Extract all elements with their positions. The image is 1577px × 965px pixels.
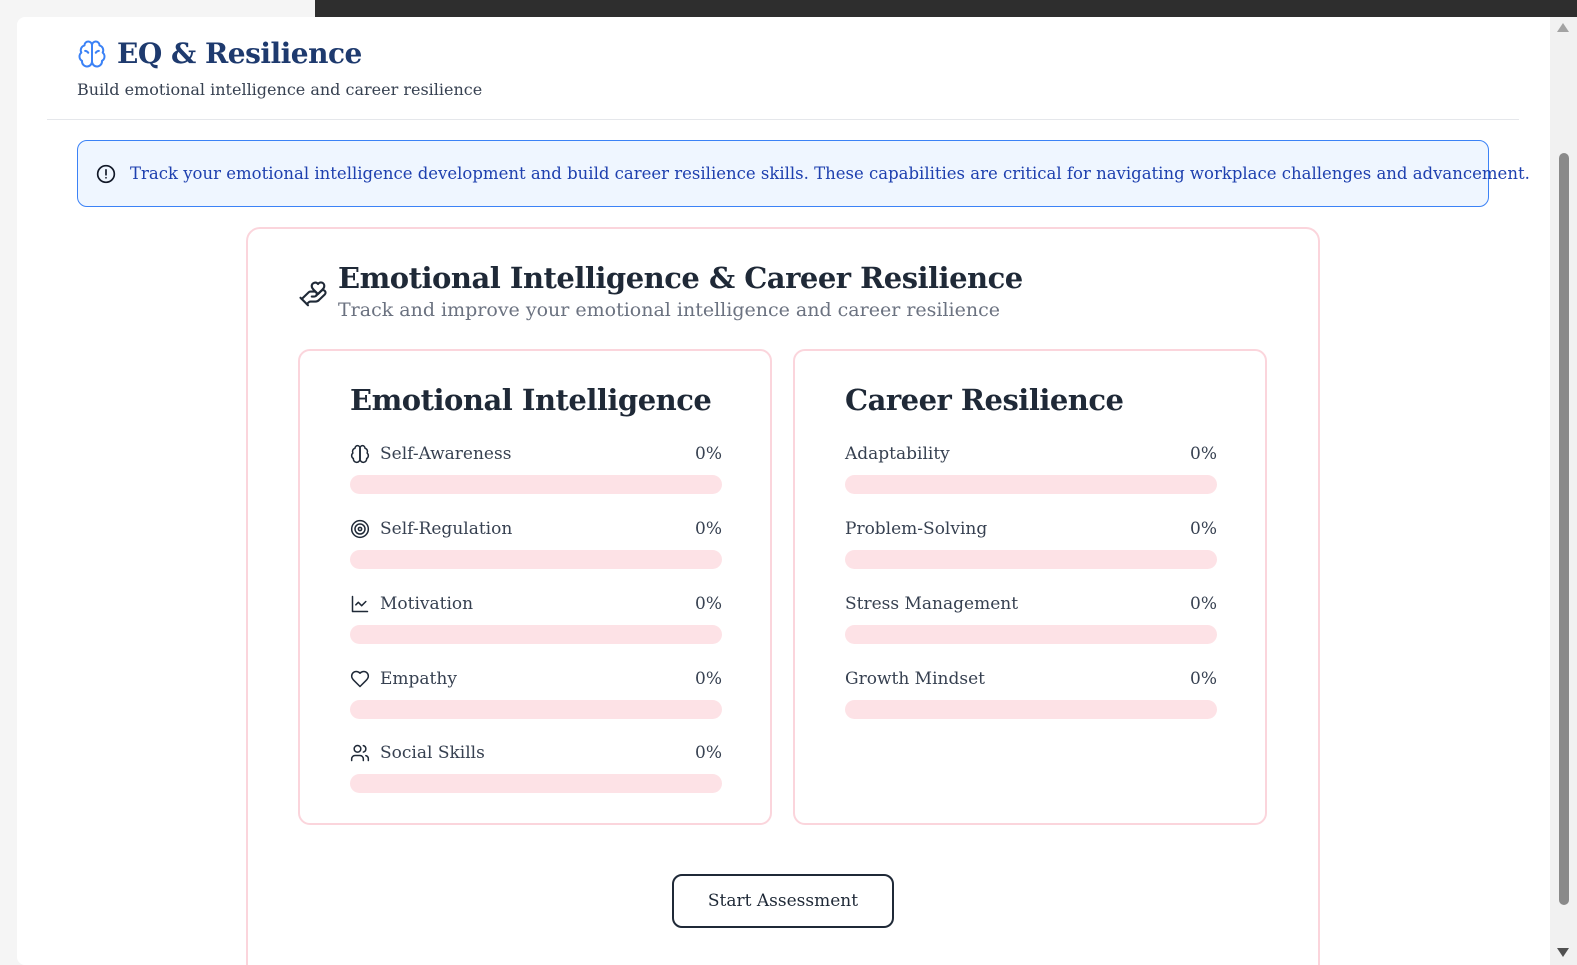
metric-label: Self-Awareness [380,444,512,464]
metric-value: 0% [695,519,722,539]
metric-label: Social Skills [380,743,485,763]
metric-value: 0% [1190,594,1217,614]
metric-value: 0% [695,444,722,464]
metric-value: 0% [1190,444,1217,464]
target-icon [350,519,370,539]
progress-bar [845,550,1217,569]
metric-label: Motivation [380,594,474,614]
metric-value: 0% [695,743,722,763]
line-chart-icon [350,594,370,614]
page-subtitle: Build emotional intelligence and career … [77,80,483,99]
metric-value: 0% [695,669,722,689]
progress-bar [350,550,722,569]
emotional-intelligence-title: Emotional Intelligence [350,383,712,417]
metric-empathy: Empathy 0% [350,668,722,719]
brain-icon [350,444,370,464]
page-header: EQ & Resilience Build emotional intellig… [77,37,482,99]
metric-value: 0% [1190,669,1217,689]
card-subtitle: Track and improve your emotional intelli… [338,299,1000,321]
metric-value: 0% [695,594,722,614]
metric-label: Stress Management [845,594,1019,614]
progress-bar [350,700,722,719]
card-title: Emotional Intelligence & Career Resilien… [338,261,1023,295]
start-assessment-button[interactable]: Start Assessment [672,874,894,928]
alert-circle-icon [96,164,116,184]
info-banner: Track your emotional intelligence develo… [77,140,1530,207]
metric-label: Self-Regulation [380,519,513,539]
users-icon [350,743,370,763]
metric-label: Problem-Solving [845,519,988,539]
info-banner-text: Track your emotional intelligence develo… [130,164,1530,183]
scroll-down-arrow-icon[interactable] [1557,948,1569,957]
metric-label: Empathy [380,669,457,689]
progress-bar [350,475,722,494]
metric-problem-solving: Problem-Solving 0% [845,518,1217,569]
metric-motivation: Motivation 0% [350,593,722,644]
card-header: Emotional Intelligence & Career Resilien… [298,261,1023,321]
progress-bar [845,700,1217,719]
eq-resilience-card: Emotional Intelligence & Career Resilien… [246,227,1320,965]
progress-bar [845,475,1217,494]
metric-stress-management: Stress Management 0% [845,593,1217,644]
page-title: EQ & Resilience [117,37,362,70]
metric-self-awareness: Self-Awareness 0% [350,443,722,494]
heart-icon [350,669,370,689]
scroll-up-arrow-icon[interactable] [1557,23,1569,32]
career-resilience-title: Career Resilience [845,383,1124,417]
scrollbar-thumb[interactable] [1559,153,1569,905]
metric-social-skills: Social Skills 0% [350,742,722,793]
emotional-intelligence-card: Emotional Intelligence Self-Awareness 0%… [298,349,772,825]
metric-self-regulation: Self-Regulation 0% [350,518,722,569]
hand-heart-icon [298,279,328,321]
metric-label: Adaptability [845,444,950,464]
metric-label: Growth Mindset [845,669,985,689]
progress-bar [350,625,722,644]
metric-adaptability: Adaptability 0% [845,443,1217,494]
metric-value: 0% [1190,519,1217,539]
progress-bar [845,625,1217,644]
header-title-row: EQ & Resilience [77,37,482,70]
main-panel: EQ & Resilience Build emotional intellig… [17,17,1550,965]
brain-icon [77,39,107,69]
career-resilience-card: Career Resilience Adaptability 0% Proble… [793,349,1267,825]
vertical-scrollbar[interactable] [1550,17,1577,965]
header-divider [47,119,1519,120]
metric-growth-mindset: Growth Mindset 0% [845,668,1217,719]
progress-bar [350,774,722,793]
card-header-text: Emotional Intelligence & Career Resilien… [338,261,1023,321]
window-top-bar [315,0,1577,17]
